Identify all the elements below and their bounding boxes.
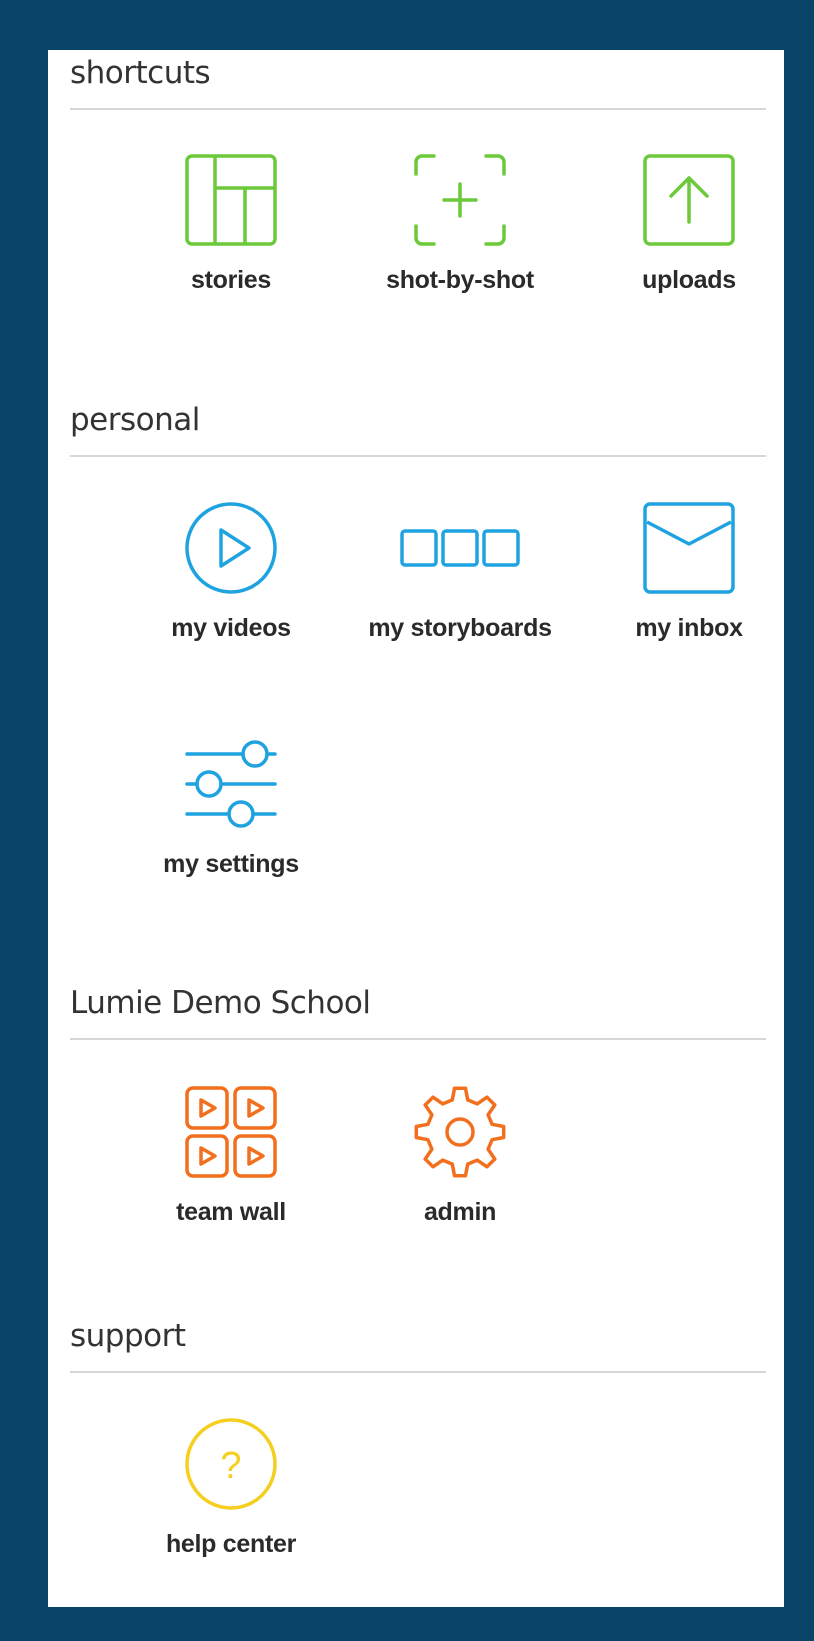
section-title-personal: personal	[70, 402, 200, 438]
inbox-icon	[643, 502, 735, 594]
my-storyboards-label: my storyboards	[368, 614, 552, 642]
stories-icon	[185, 154, 277, 246]
section-divider	[70, 1371, 766, 1373]
stories-label: stories	[191, 266, 271, 294]
uploads-label: uploads	[642, 266, 736, 294]
section-divider	[70, 455, 766, 457]
section-divider	[70, 1038, 766, 1040]
my-videos-button[interactable]: my videos	[131, 500, 331, 643]
shot-by-shot-button[interactable]: shot-by-shot	[360, 152, 560, 295]
my-inbox-label: my inbox	[635, 614, 743, 642]
help-icon: ?	[185, 1418, 277, 1510]
svg-text:?: ?	[220, 1445, 241, 1487]
gear-icon	[414, 1086, 506, 1178]
section-title-support: support	[70, 1318, 186, 1354]
team-wall-icon	[185, 1086, 277, 1178]
stories-button[interactable]: stories	[131, 152, 331, 295]
help-center-button[interactable]: ? help center	[131, 1416, 331, 1559]
play-icon	[185, 502, 277, 594]
sliders-icon	[185, 740, 277, 828]
navigation-panel: shortcuts stories shot-by-shot uploads p…	[48, 50, 784, 1607]
section-divider	[70, 108, 766, 110]
storyboard-icon	[400, 529, 520, 567]
upload-icon	[643, 154, 735, 246]
uploads-button[interactable]: uploads	[589, 152, 789, 295]
team-wall-button[interactable]: team wall	[131, 1084, 331, 1227]
admin-button[interactable]: admin	[360, 1084, 560, 1227]
admin-label: admin	[423, 1198, 497, 1226]
section-title-shortcuts: shortcuts	[70, 55, 211, 91]
help-center-label: help center	[165, 1530, 297, 1558]
team-wall-label: team wall	[176, 1198, 286, 1226]
shot-by-shot-icon	[414, 154, 506, 246]
shot-by-shot-label: shot-by-shot	[386, 266, 534, 294]
my-storyboards-button[interactable]: my storyboards	[360, 500, 560, 643]
my-settings-button[interactable]: my settings	[131, 736, 331, 879]
my-inbox-button[interactable]: my inbox	[589, 500, 789, 643]
section-title-school: Lumie Demo School	[70, 985, 371, 1021]
my-videos-label: my videos	[171, 614, 291, 642]
my-settings-label: my settings	[163, 850, 299, 878]
